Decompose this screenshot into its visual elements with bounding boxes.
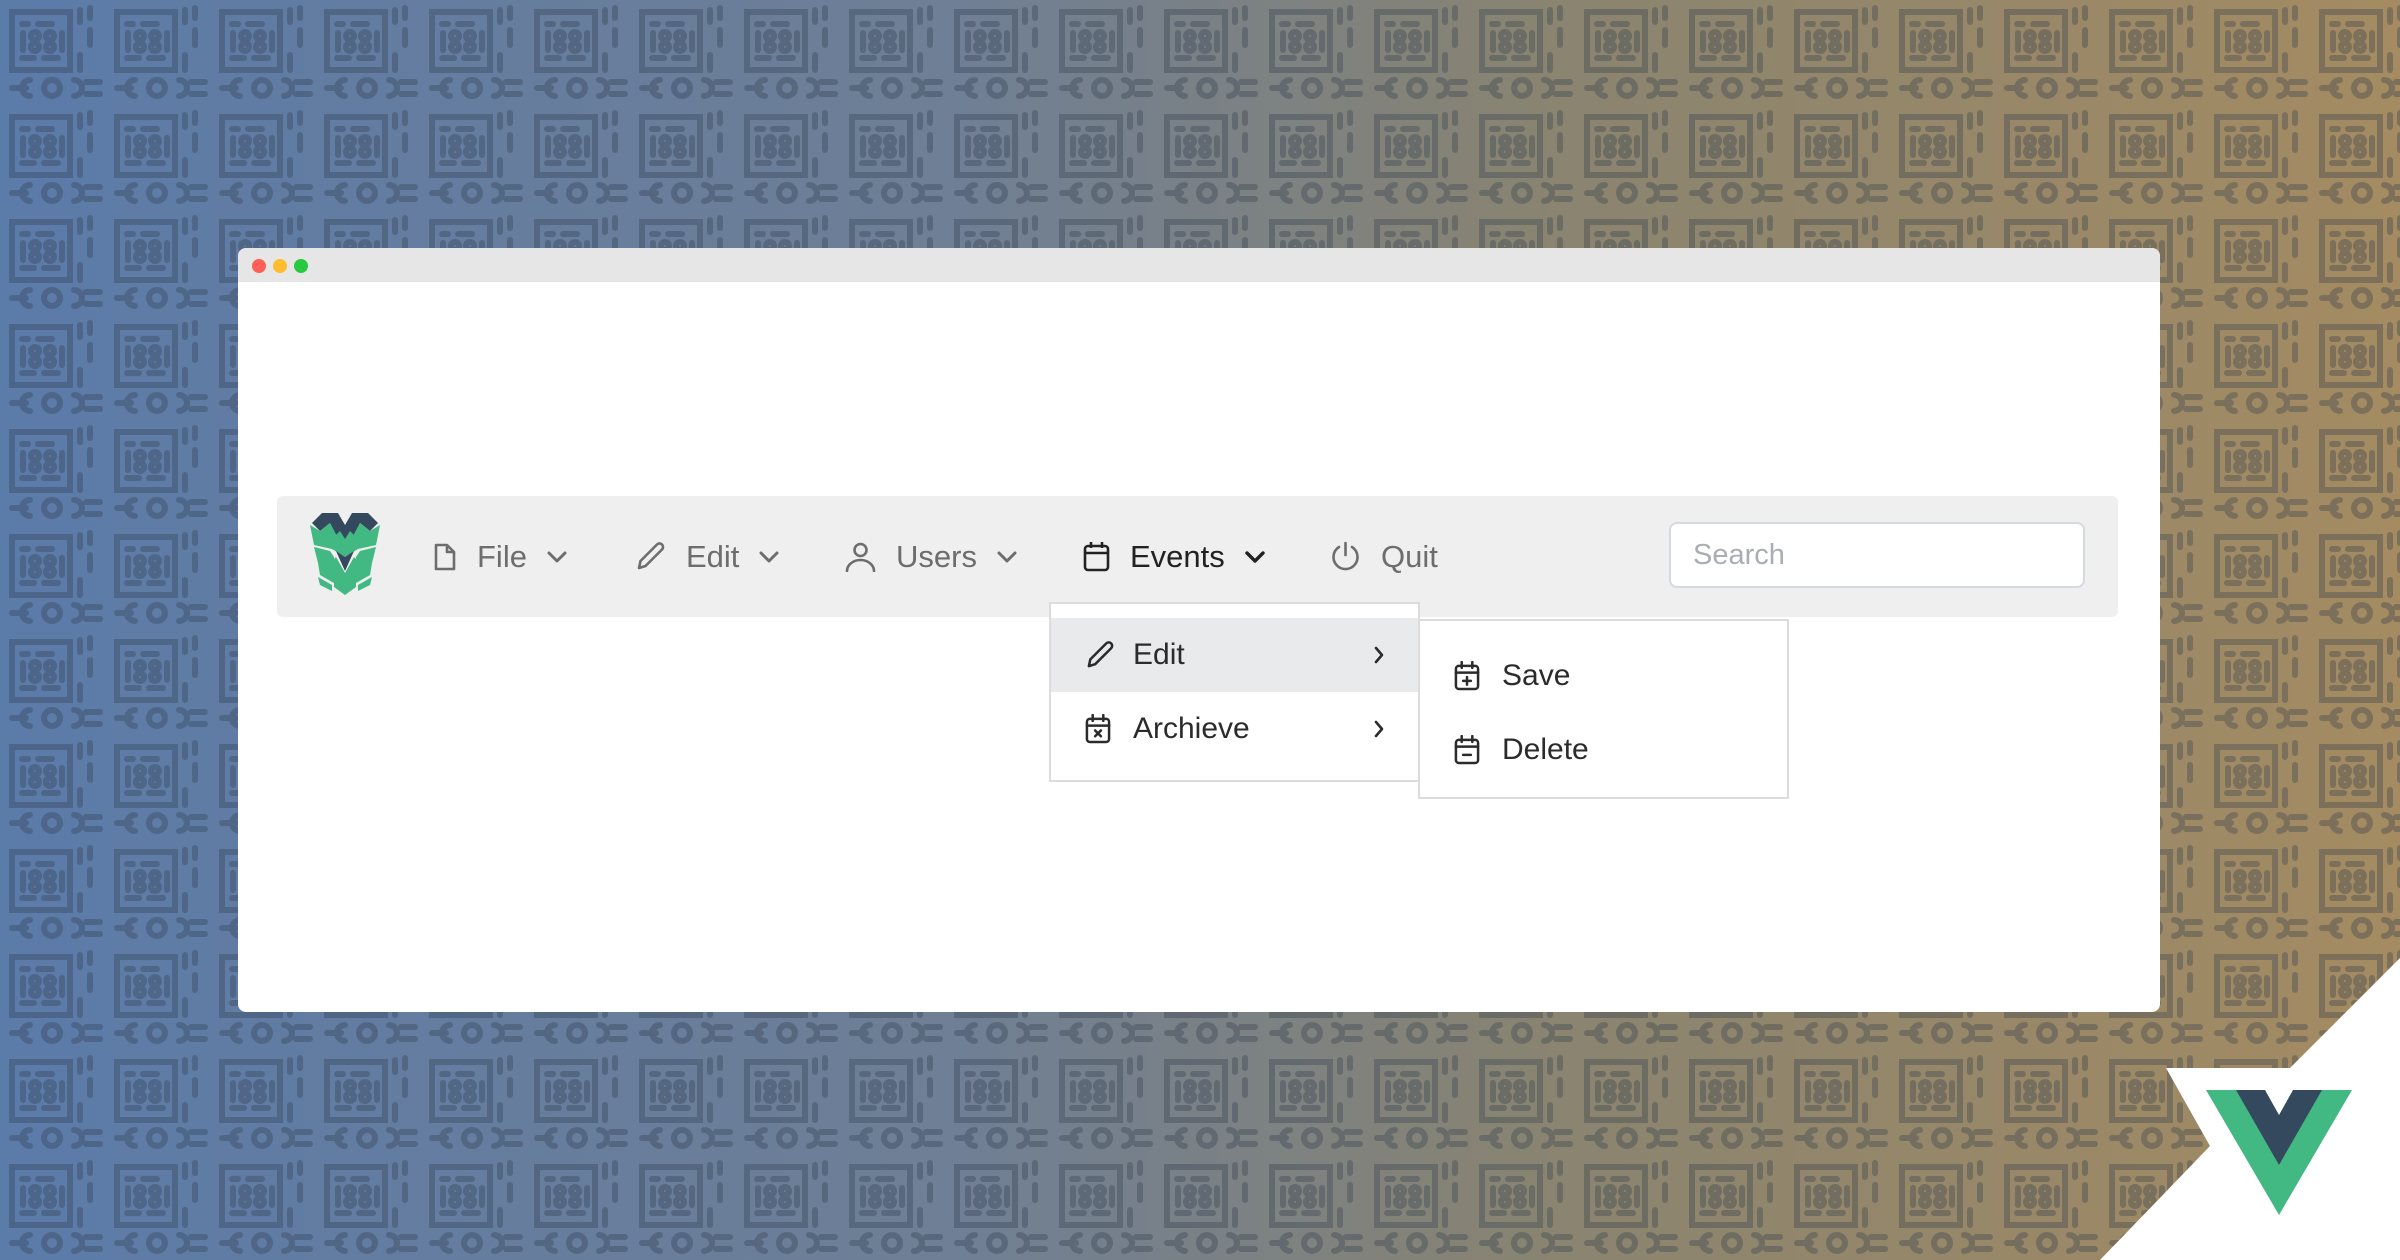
vue-corner-badge xyxy=(2100,958,2400,1260)
